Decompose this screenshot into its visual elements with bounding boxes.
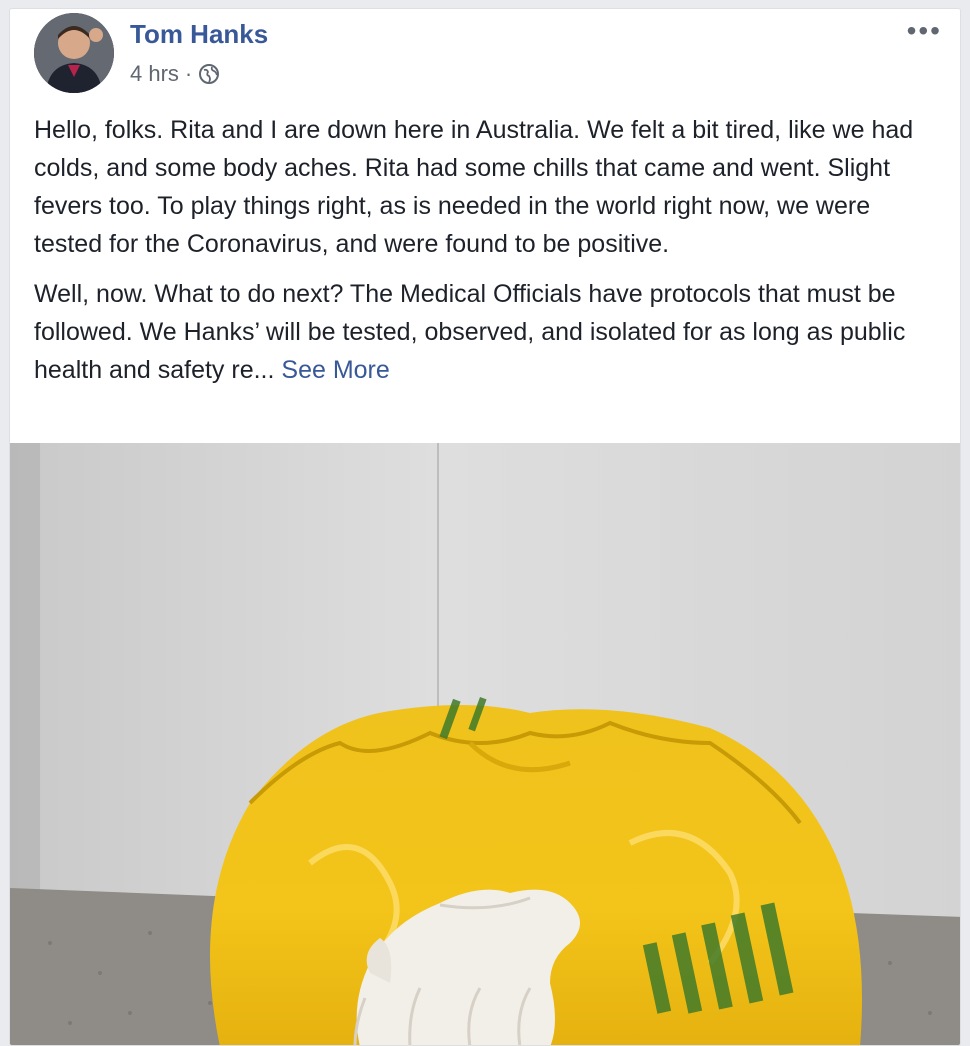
globe-icon[interactable] (198, 63, 220, 85)
post-paragraph-1: Hello, folks. Rita and I are down here i… (34, 116, 914, 258)
post-photo[interactable] (10, 443, 960, 1045)
post-text: Hello, folks. Rita and I are down here i… (34, 111, 944, 401)
avatar-image (34, 13, 114, 93)
see-more-link[interactable]: See More (281, 356, 389, 384)
author-name[interactable]: Tom Hanks (130, 19, 268, 50)
post-paragraph-2: Well, now. What to do next? The Medical … (34, 275, 944, 389)
post-time[interactable]: 4 hrs (130, 61, 179, 87)
photo-biohazard-bag (10, 443, 960, 1045)
post-header: Tom Hanks 4 hrs · ••• (10, 9, 960, 109)
more-options-icon[interactable]: ••• (907, 17, 942, 45)
meta-separator: · (184, 61, 193, 86)
post-paragraph-2-text: Well, now. What to do next? The Medical … (34, 280, 906, 384)
post-meta: 4 hrs · (130, 61, 220, 87)
post-card: Tom Hanks 4 hrs · ••• Hello, folks. Rita… (9, 8, 961, 1046)
avatar[interactable] (34, 13, 114, 93)
